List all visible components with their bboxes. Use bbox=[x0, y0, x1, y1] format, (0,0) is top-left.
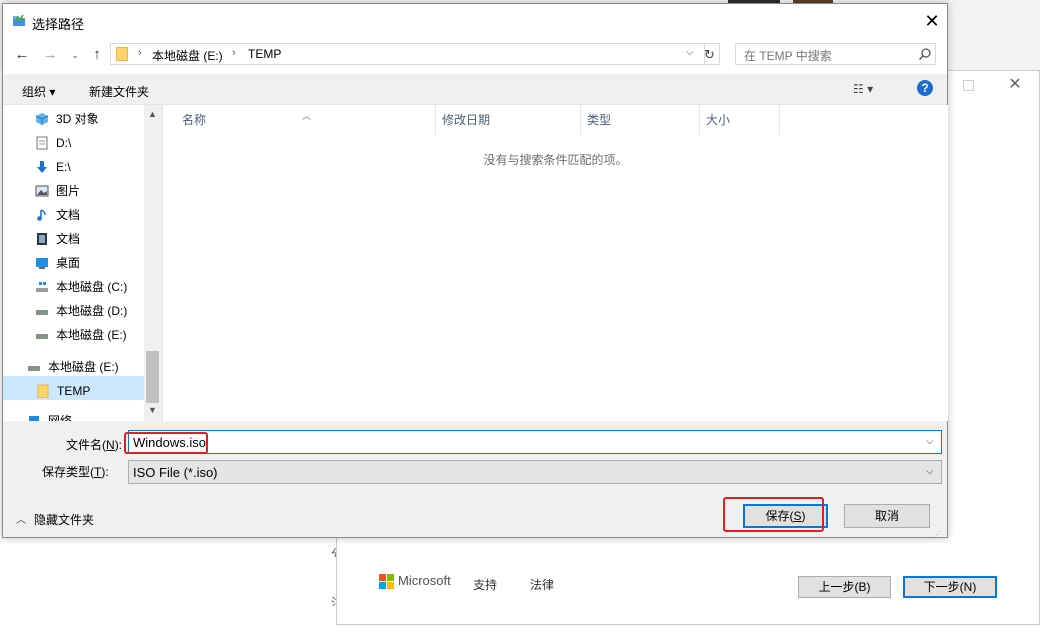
sidebar-item-label: 3D 对象 bbox=[56, 112, 99, 126]
sidebar-item-label: 网络 bbox=[48, 414, 73, 421]
sidebar-item-label: E:\ bbox=[56, 160, 71, 174]
sidebar-item-label: 文档 bbox=[56, 232, 81, 246]
support-link[interactable]: 支持 bbox=[473, 576, 497, 593]
search-placeholder: 在 TEMP 中搜索 bbox=[744, 49, 832, 63]
sidebar-scrollbar[interactable]: ▲ ▼ bbox=[144, 105, 161, 421]
sort-caret-icon: ︿ bbox=[302, 111, 312, 121]
recent-locations-chevron-icon[interactable]: ⌄ bbox=[66, 46, 84, 64]
empty-message: 没有与搜索条件匹配的项。 bbox=[483, 153, 628, 167]
sidebar-item-label: 本地磁盘 (E:) bbox=[56, 328, 127, 342]
column-header-name[interactable]: 名称 ︿ bbox=[163, 105, 436, 135]
filetype-select[interactable]: ISO File (*.iso) ⌵ bbox=[128, 460, 942, 484]
folder-icon bbox=[116, 47, 128, 61]
picture-icon bbox=[35, 185, 49, 197]
breadcrumb-item[interactable]: 本地磁盘 (E:) bbox=[152, 47, 223, 64]
drive-icon bbox=[28, 366, 40, 371]
cancel-button[interactable]: 取消 bbox=[844, 504, 930, 528]
new-folder-button[interactable]: 新建文件夹 bbox=[89, 83, 149, 100]
sidebar-item-label: 本地磁盘 (E:) bbox=[48, 360, 119, 374]
chevron-down-icon[interactable]: ⌵ bbox=[926, 466, 934, 477]
next-button[interactable]: 下一步(N) bbox=[903, 576, 997, 598]
filename-label: 文件名(N): bbox=[66, 438, 123, 452]
cube-icon bbox=[35, 113, 49, 125]
annotation-highlight-box bbox=[124, 432, 208, 454]
previous-button[interactable]: 上一步(B) bbox=[798, 576, 891, 598]
download-arrow-icon bbox=[37, 161, 47, 173]
sidebar-item-label: 本地磁盘 (C:) bbox=[56, 280, 128, 294]
close-icon[interactable]: ✕ bbox=[919, 10, 945, 32]
drive-icon bbox=[36, 334, 48, 339]
scroll-down-icon[interactable]: ▼ bbox=[144, 405, 161, 415]
refresh-icon[interactable]: ↻ bbox=[700, 43, 720, 65]
chevron-down-icon[interactable]: ⌵ bbox=[686, 47, 694, 58]
save-dialog: 选择路径 ✕ ← → ⌄ ↑ › 本地磁盘 (E:) › TEMP ⌵ ↻ 在 … bbox=[2, 3, 948, 539]
sidebar-item-label: D:\ bbox=[56, 136, 72, 150]
file-list[interactable]: 名称 ︿ 修改日期 类型 大小 没有与搜索条件匹配的项。 bbox=[162, 105, 948, 421]
search-input[interactable]: 在 TEMP 中搜索 bbox=[735, 43, 936, 65]
drive-icon bbox=[36, 310, 48, 315]
sidebar-item-label: 图片 bbox=[56, 184, 81, 198]
search-icon bbox=[918, 48, 931, 61]
toolbar: 组织 ▾ 新建文件夹 ☷ ▾ ? bbox=[3, 74, 947, 105]
music-icon bbox=[37, 209, 46, 221]
organize-menu[interactable]: 组织 ▾ bbox=[22, 83, 55, 100]
chevron-up-icon: ︿ bbox=[16, 515, 26, 526]
address-bar[interactable]: › 本地磁盘 (E:) › TEMP ⌵ bbox=[110, 43, 705, 65]
close-icon[interactable]: ✕ bbox=[1005, 75, 1025, 95]
annotation-highlight-box bbox=[723, 497, 824, 532]
network-icon bbox=[29, 416, 39, 421]
microsoft-logo-icon bbox=[379, 574, 395, 590]
drive-os-icon bbox=[36, 282, 48, 292]
sidebar-item-label: 文档 bbox=[56, 208, 81, 222]
sidebar-item-label: 桌面 bbox=[56, 256, 81, 270]
desktop-icon bbox=[36, 258, 48, 269]
scrollbar-thumb[interactable] bbox=[146, 351, 159, 403]
sidebar-item-label: TEMP bbox=[57, 384, 91, 398]
view-options-icon[interactable]: ☷ ▾ bbox=[853, 82, 873, 96]
filetype-value: ISO File (*.iso) bbox=[133, 465, 218, 480]
folder-icon bbox=[37, 384, 49, 398]
maximize-icon[interactable] bbox=[963, 80, 974, 91]
folder-dialog-icon bbox=[13, 14, 25, 26]
document-icon bbox=[36, 136, 48, 150]
column-header-size[interactable]: 大小 bbox=[700, 105, 780, 135]
column-header-date[interactable]: 修改日期 bbox=[436, 105, 581, 135]
breadcrumb-separator-icon[interactable]: › bbox=[138, 47, 142, 59]
film-icon bbox=[37, 233, 47, 245]
hide-folders-label: 隐藏文件夹 bbox=[34, 513, 95, 527]
breadcrumb-separator-icon[interactable]: › bbox=[232, 47, 236, 59]
column-header-label: 名称 bbox=[182, 113, 207, 127]
dialog-footer: 文件名(N): Windows.iso ⌵ 保存类型(T): ISO File … bbox=[3, 422, 947, 539]
navigation-pane: 3D 对象 D:\ E:\ 图片 文档 文档 桌面 本地磁盘 (C:) 本地磁盘… bbox=[3, 105, 161, 421]
help-icon[interactable]: ? bbox=[917, 80, 933, 96]
dialog-title: 选择路径 bbox=[32, 17, 85, 32]
chevron-down-icon[interactable]: ⌵ bbox=[926, 436, 934, 447]
filetype-label: 保存类型(T): bbox=[42, 465, 109, 479]
navigation-bar: ← → ⌄ ↑ › 本地磁盘 (E:) › TEMP ⌵ ↻ 在 TEMP 中搜… bbox=[3, 38, 947, 74]
forward-arrow-icon[interactable]: → bbox=[41, 46, 59, 64]
legal-link[interactable]: 法律 bbox=[530, 576, 554, 593]
microsoft-brand-text: Microsoft bbox=[398, 573, 451, 588]
resize-grip-icon[interactable]: ⋰ bbox=[933, 530, 941, 539]
breadcrumb-item[interactable]: TEMP bbox=[248, 47, 281, 61]
filename-field[interactable]: Windows.iso ⌵ bbox=[128, 430, 942, 454]
scroll-up-icon[interactable]: ▲ bbox=[144, 109, 161, 119]
back-arrow-icon[interactable]: ← bbox=[13, 46, 31, 64]
title-bar: 选择路径 ✕ bbox=[3, 4, 947, 38]
up-arrow-icon[interactable]: ↑ bbox=[88, 46, 106, 64]
column-header-type[interactable]: 类型 bbox=[581, 105, 700, 135]
sidebar-item-label: 本地磁盘 (D:) bbox=[56, 304, 128, 318]
